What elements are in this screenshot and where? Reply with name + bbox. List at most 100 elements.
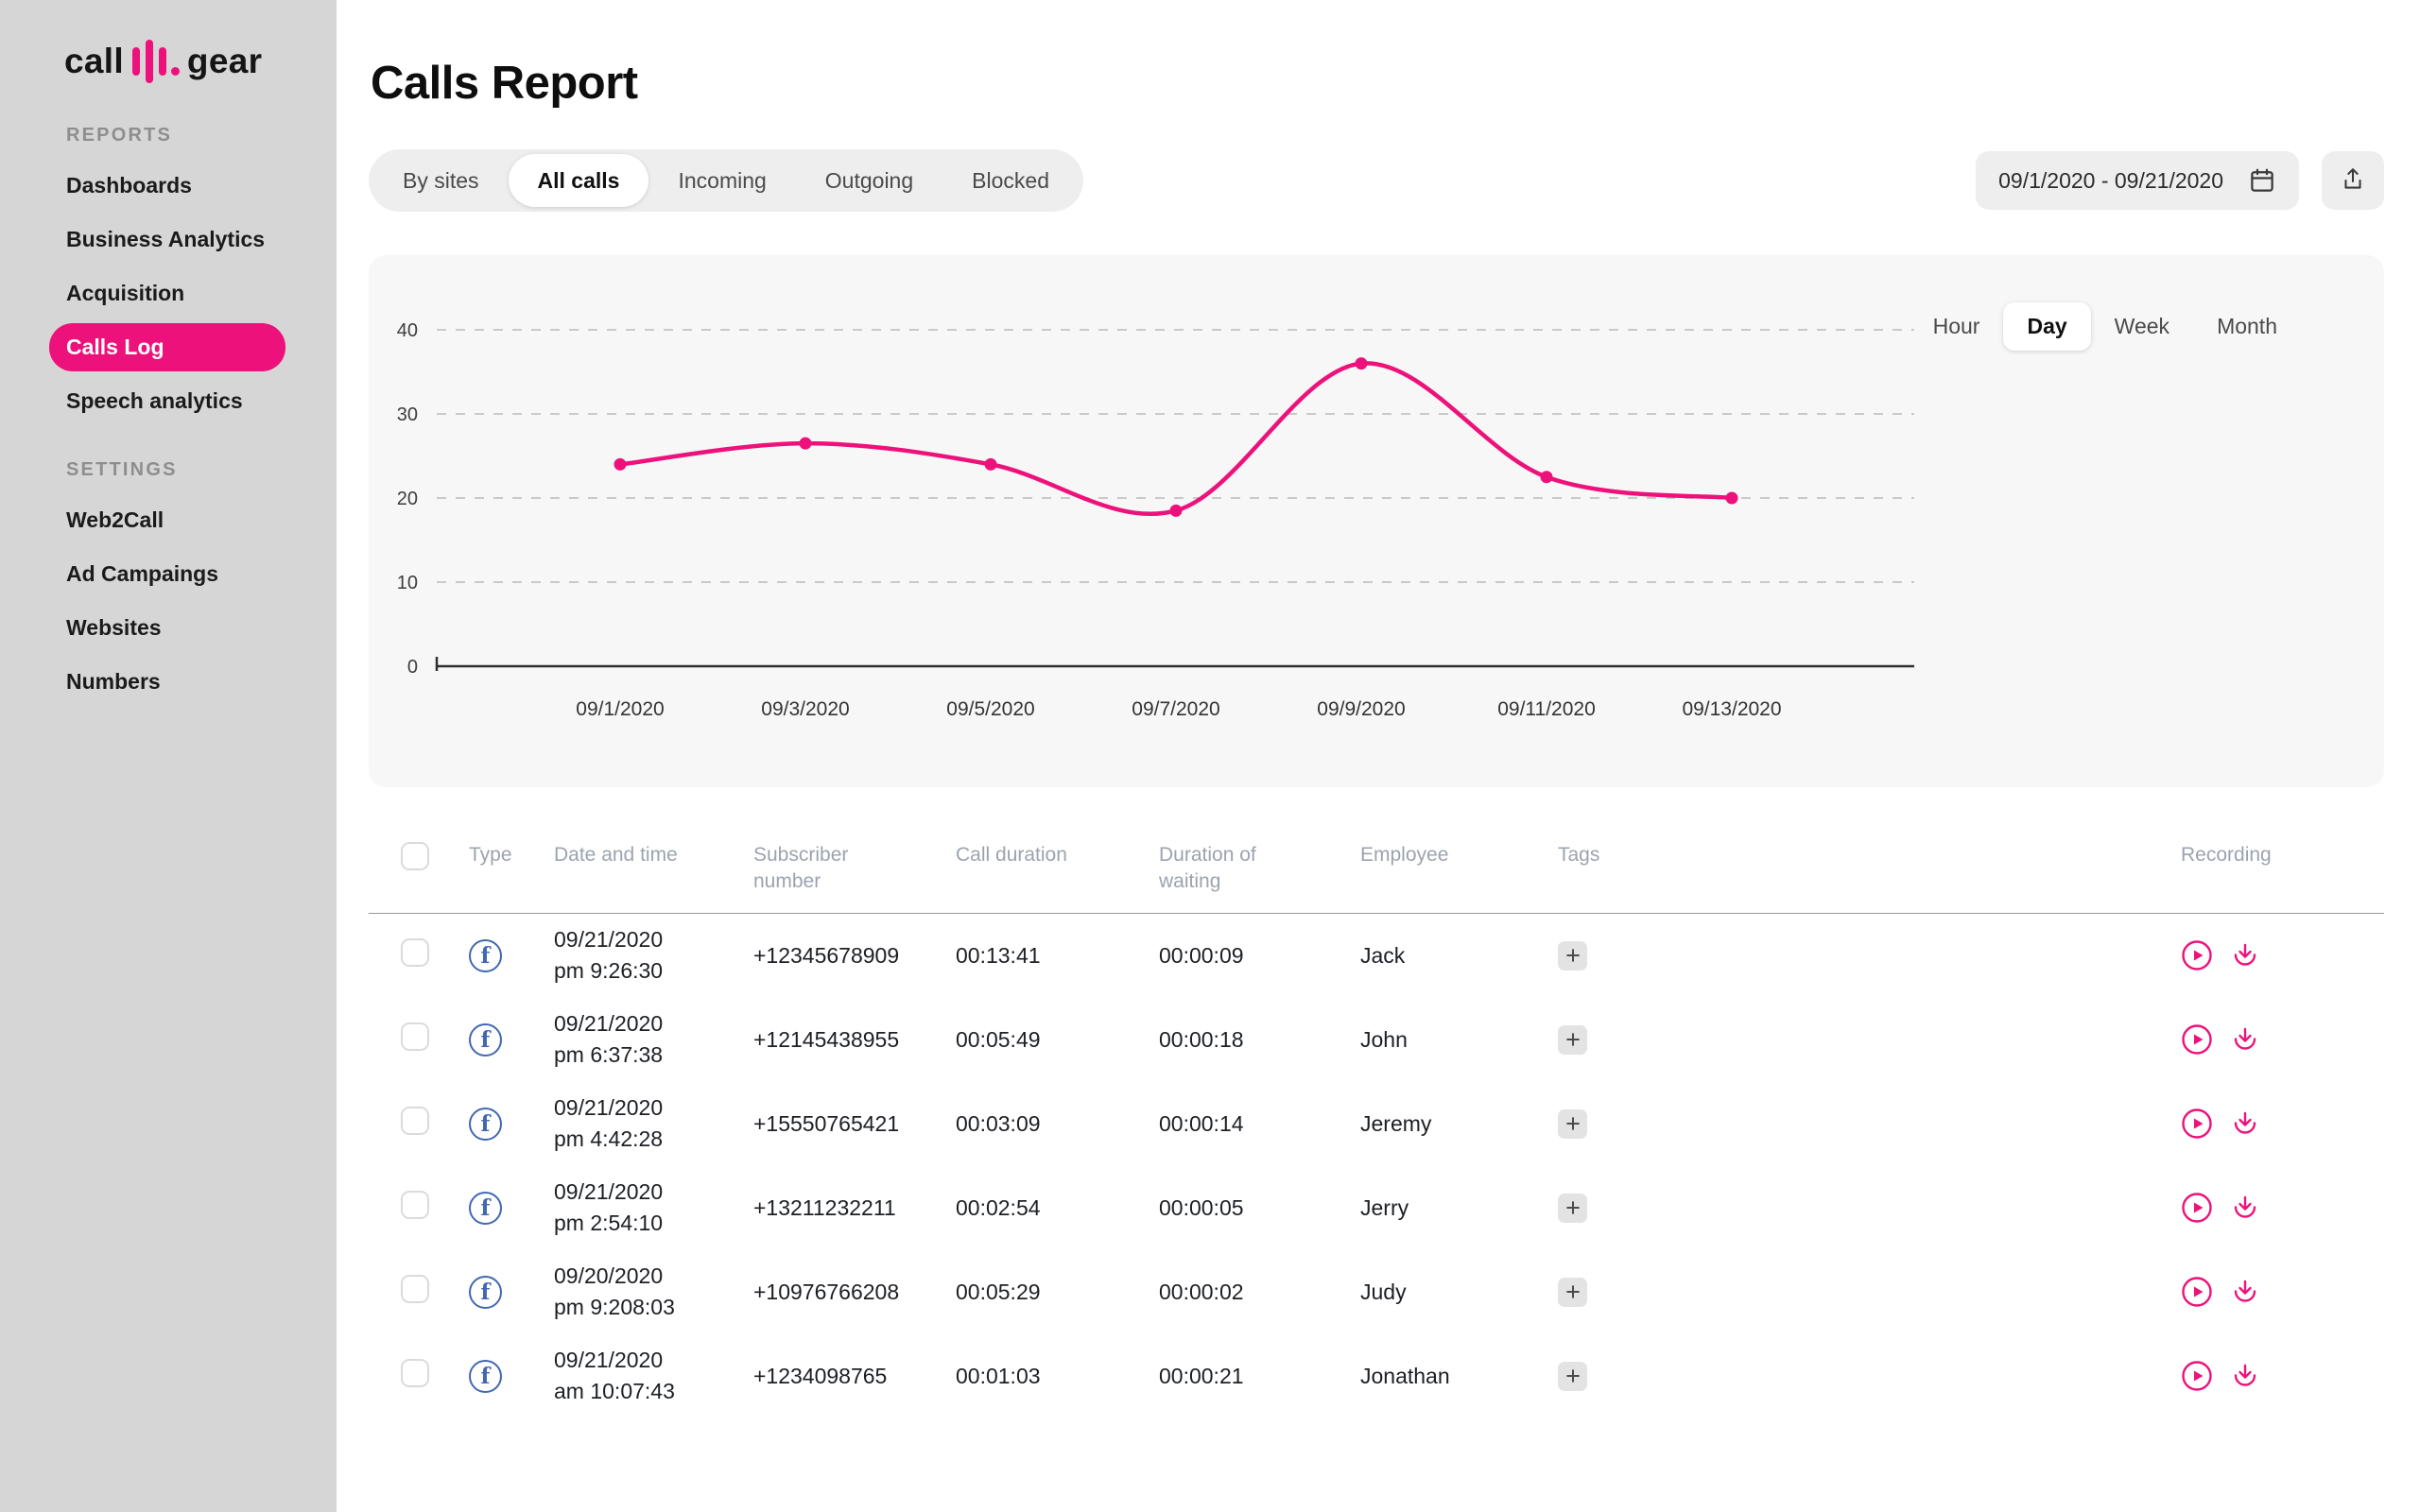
employee-name: John [1360, 1027, 1558, 1053]
col-tags: Tags [1558, 842, 2181, 868]
call-datetime: 09/21/2020pm 4:42:28 [554, 1092, 753, 1156]
play-recording-button[interactable] [2181, 1023, 2213, 1056]
tab-blocked[interactable]: Blocked [942, 154, 1079, 207]
main-content: Calls Report By sites All calls Incoming… [337, 0, 2420, 1512]
granularity-day[interactable]: Day [2003, 302, 2090, 351]
col-subscriber-number: Subscriber number [753, 842, 869, 896]
toolbar: By sites All calls Incoming Outgoing Blo… [369, 149, 2384, 212]
download-recording-button[interactable] [2229, 1360, 2261, 1392]
granularity-month[interactable]: Month [2193, 302, 2301, 351]
tab-outgoing[interactable]: Outgoing [796, 154, 942, 207]
download-recording-button[interactable] [2229, 1023, 2261, 1056]
call-datetime: 09/21/2020am 10:07:43 [554, 1345, 753, 1408]
facebook-icon: f [469, 1192, 502, 1225]
facebook-icon: f [469, 1023, 502, 1057]
download-recording-button[interactable] [2229, 1108, 2261, 1140]
svg-text:09/1/2020: 09/1/2020 [576, 698, 664, 720]
play-recording-button[interactable] [2181, 1276, 2213, 1308]
add-tag-button[interactable] [1558, 1109, 1587, 1139]
col-type: Type [469, 842, 554, 868]
svg-text:30: 30 [397, 404, 418, 425]
call-duration: 00:13:41 [956, 943, 1159, 969]
play-recording-button[interactable] [2181, 1108, 2213, 1140]
call-duration: 00:02:54 [956, 1195, 1159, 1221]
add-tag-button[interactable] [1558, 941, 1587, 971]
call-datetime: 09/21/2020pm 2:54:10 [554, 1177, 753, 1240]
waiting-duration: 00:00:09 [1159, 943, 1360, 969]
facebook-icon: f [469, 1108, 502, 1141]
sidebar-item-numbers[interactable]: Numbers [49, 658, 285, 706]
date-range-picker[interactable]: 09/1/2020 - 09/21/2020 [1976, 151, 2299, 210]
subscriber-number: +13211232211 [753, 1195, 956, 1221]
calls-chart-card: 01020304009/1/202009/3/202009/5/202009/7… [369, 255, 2384, 787]
download-recording-button[interactable] [2229, 939, 2261, 971]
call-duration: 00:05:29 [956, 1280, 1159, 1305]
sidebar-item-websites[interactable]: Websites [49, 604, 285, 652]
subscriber-number: +10976766208 [753, 1280, 956, 1305]
add-tag-button[interactable] [1558, 1362, 1587, 1391]
table-row: f 09/20/2020pm 9:208:03 +10976766208 00:… [369, 1250, 2384, 1334]
sidebar-item-calls-log[interactable]: Calls Log [49, 323, 285, 371]
table-row: f 09/21/2020pm 6:37:38 +12145438955 00:0… [369, 998, 2384, 1082]
row-checkbox[interactable] [401, 1107, 429, 1135]
export-button[interactable] [2322, 151, 2384, 210]
granularity-hour[interactable]: Hour [1910, 302, 2004, 351]
svg-text:09/11/2020: 09/11/2020 [1497, 698, 1596, 720]
employee-name: Jerry [1360, 1195, 1558, 1221]
tab-all-calls[interactable]: All calls [509, 154, 649, 207]
select-all-checkbox[interactable] [401, 842, 429, 870]
row-checkbox[interactable] [401, 1191, 429, 1219]
sidebar: call gear REPORTS Dashboards Business An… [0, 0, 337, 1512]
facebook-icon: f [469, 939, 502, 972]
call-datetime: 09/21/2020pm 6:37:38 [554, 1008, 753, 1072]
row-checkbox[interactable] [401, 1022, 429, 1051]
table-row: f 09/21/2020pm 9:26:30 +12345678909 00:1… [369, 914, 2384, 998]
sidebar-nav: REPORTS Dashboards Business Analytics Ac… [0, 125, 337, 706]
employee-name: Judy [1360, 1280, 1558, 1305]
sidebar-item-speech-analytics[interactable]: Speech analytics [49, 377, 285, 425]
tab-by-sites[interactable]: By sites [373, 154, 509, 207]
row-checkbox[interactable] [401, 1359, 429, 1387]
employee-name: Jack [1360, 943, 1558, 969]
waiting-duration: 00:00:18 [1159, 1027, 1360, 1053]
sidebar-item-dashboards[interactable]: Dashboards [49, 162, 285, 210]
app-window: call gear REPORTS Dashboards Business An… [0, 0, 2420, 1512]
svg-text:20: 20 [397, 489, 418, 509]
employee-name: Jonathan [1360, 1364, 1558, 1389]
granularity-week[interactable]: Week [2091, 302, 2193, 351]
subscriber-number: +15550765421 [753, 1111, 956, 1137]
waiting-duration: 00:00:21 [1159, 1364, 1360, 1389]
sidebar-item-acquisition[interactable]: Acquisition [49, 269, 285, 318]
download-recording-button[interactable] [2229, 1192, 2261, 1224]
row-checkbox[interactable] [401, 938, 429, 967]
logo-text-call: call [64, 42, 124, 81]
subscriber-number: +1234098765 [753, 1364, 956, 1389]
logo-bars-icon [132, 40, 166, 83]
date-range-value: 09/1/2020 - 09/21/2020 [1998, 168, 2223, 194]
play-recording-button[interactable] [2181, 939, 2213, 971]
add-tag-button[interactable] [1558, 1025, 1587, 1055]
granularity-tabs: Hour Day Week Month [1910, 302, 2301, 351]
toolbar-right: 09/1/2020 - 09/21/2020 [1976, 151, 2384, 210]
sidebar-item-business-analytics[interactable]: Business Analytics [49, 215, 285, 264]
svg-text:09/9/2020: 09/9/2020 [1317, 698, 1405, 720]
play-recording-button[interactable] [2181, 1360, 2213, 1392]
section-label-reports: REPORTS [66, 125, 337, 146]
svg-text:0: 0 [407, 657, 418, 678]
sidebar-item-ad-campaigns[interactable]: Ad Campaings [49, 550, 285, 598]
section-label-settings: SETTINGS [66, 459, 337, 481]
row-checkbox[interactable] [401, 1275, 429, 1303]
call-duration: 00:05:49 [956, 1027, 1159, 1053]
download-recording-button[interactable] [2229, 1276, 2261, 1308]
svg-text:09/3/2020: 09/3/2020 [761, 698, 849, 720]
calendar-icon [2248, 166, 2276, 195]
tab-incoming[interactable]: Incoming [648, 154, 795, 207]
sidebar-item-web2call[interactable]: Web2Call [49, 496, 285, 544]
col-date-time: Date and time [554, 842, 753, 868]
col-recording: Recording [2181, 842, 2384, 868]
add-tag-button[interactable] [1558, 1194, 1587, 1223]
play-recording-button[interactable] [2181, 1192, 2213, 1224]
add-tag-button[interactable] [1558, 1278, 1587, 1307]
call-datetime: 09/21/2020pm 9:26:30 [554, 924, 753, 988]
logo-dot-icon [171, 67, 180, 76]
